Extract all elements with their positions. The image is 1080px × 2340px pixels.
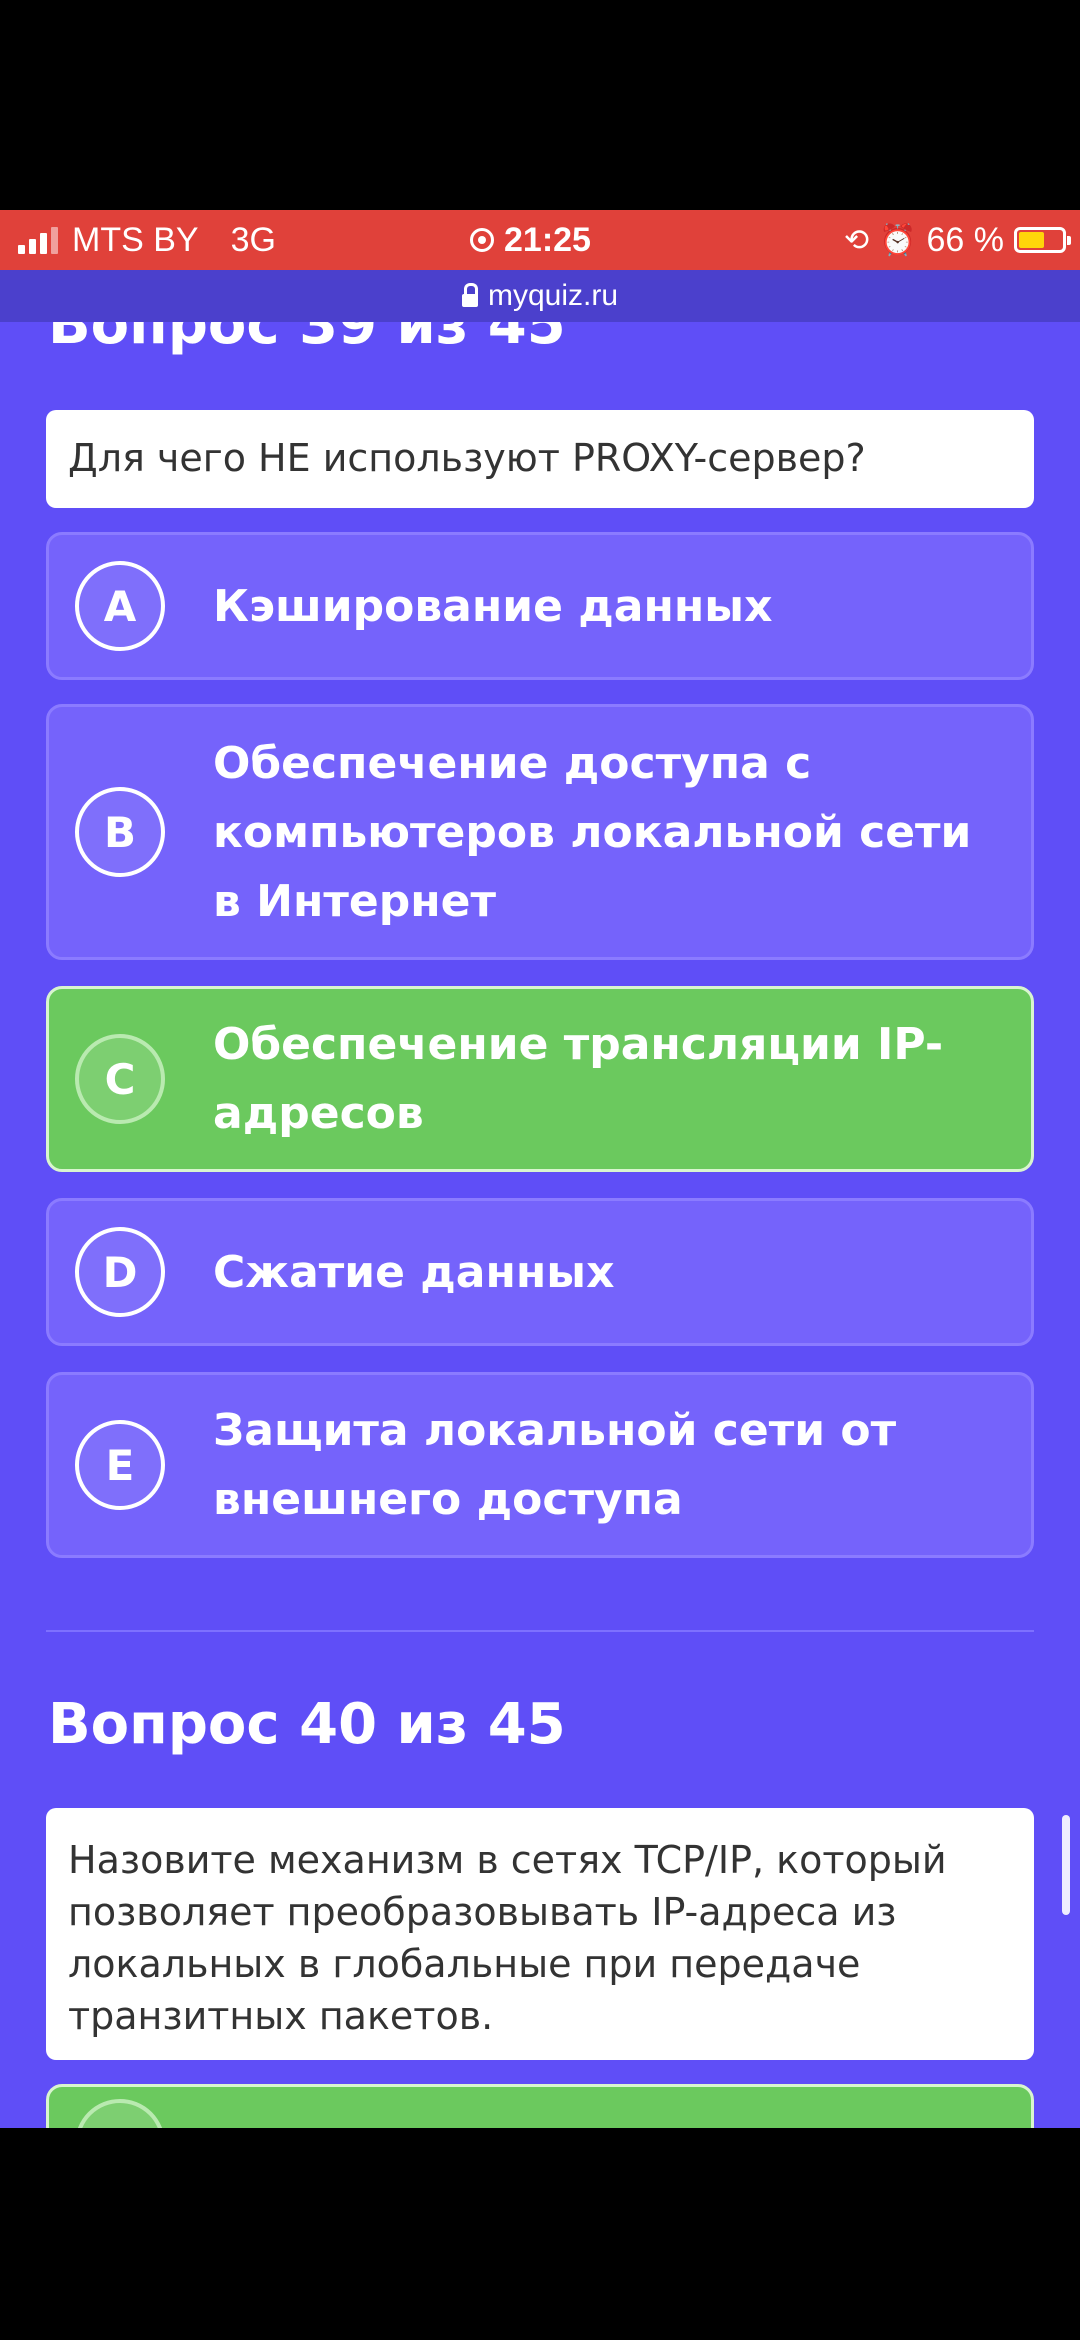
question-text-box: Назовите механизм в сетях TCP/IP, которы…: [46, 1808, 1034, 2060]
answer-option-c-correct[interactable]: C Обеспечение трансляции IP-адресов: [46, 986, 1034, 1172]
orientation-lock-icon: ⟲: [844, 223, 870, 257]
answer-letter: A: [75, 561, 165, 651]
question-text: Назовите механизм в сетях TCP/IP, которы…: [68, 1838, 947, 2038]
screen-record-icon: [470, 228, 494, 252]
lock-icon: [461, 282, 478, 307]
answer-text: Защита локальной сети от внешнего доступ…: [213, 1405, 897, 1525]
answer-text: Кэширование данных: [213, 580, 773, 632]
answer-text: Сжатие данных: [213, 1246, 615, 1298]
carrier-label: MTS BY: [72, 220, 199, 259]
address-bar[interactable]: myquiz.ru: [0, 270, 1080, 322]
battery-percent: 66 %: [926, 220, 1005, 259]
clock: 21:25: [504, 220, 591, 259]
answer-letter: C: [75, 1034, 165, 1124]
signal-icon: [18, 226, 58, 254]
question-divider: [46, 1630, 1034, 1632]
question-text: Для чего НЕ используют PROXY-сервер?: [68, 436, 866, 480]
scroll-indicator[interactable]: [1062, 1815, 1070, 1915]
answer-option-b[interactable]: B Обеспечение доступа с компьютеров лока…: [46, 704, 1034, 960]
answer-letter: B: [75, 787, 165, 877]
question-text-box: Для чего НЕ используют PROXY-сервер?: [46, 410, 1034, 508]
answer-option-e[interactable]: E Защита локальной сети от внешнего дост…: [46, 1372, 1034, 1558]
answer-letter: E: [75, 1420, 165, 1510]
question-title: Вопрос 40 из 45: [48, 1692, 566, 1757]
status-bar: MTS BY 3G 21:25 ⟲ ⏰ 66 %: [0, 210, 1080, 270]
url-text: myquiz.ru: [487, 279, 619, 312]
quiz-page[interactable]: Вопрос 39 из 45 Для чего НЕ используют P…: [0, 322, 1080, 2128]
battery-icon: [1014, 227, 1071, 253]
answer-option-d[interactable]: D Сжатие данных: [46, 1198, 1034, 1346]
alarm-icon: ⏰: [879, 223, 917, 257]
answer-text: Обеспечение доступа с компьютеров локаль…: [213, 737, 972, 927]
bottom-letterbox: [0, 2128, 1080, 2340]
answer-option-a[interactable]: A Кэширование данных: [46, 532, 1034, 680]
answer-letter: D: [75, 1227, 165, 1317]
network-label: 3G: [230, 220, 276, 259]
answer-option-partial[interactable]: [46, 2084, 1034, 2128]
top-letterbox: [0, 0, 1080, 210]
question-title: Вопрос 39 из 45: [48, 322, 566, 357]
answer-text: Обеспечение трансляции IP-адресов: [213, 1019, 944, 1139]
answer-letter: [75, 2099, 165, 2128]
